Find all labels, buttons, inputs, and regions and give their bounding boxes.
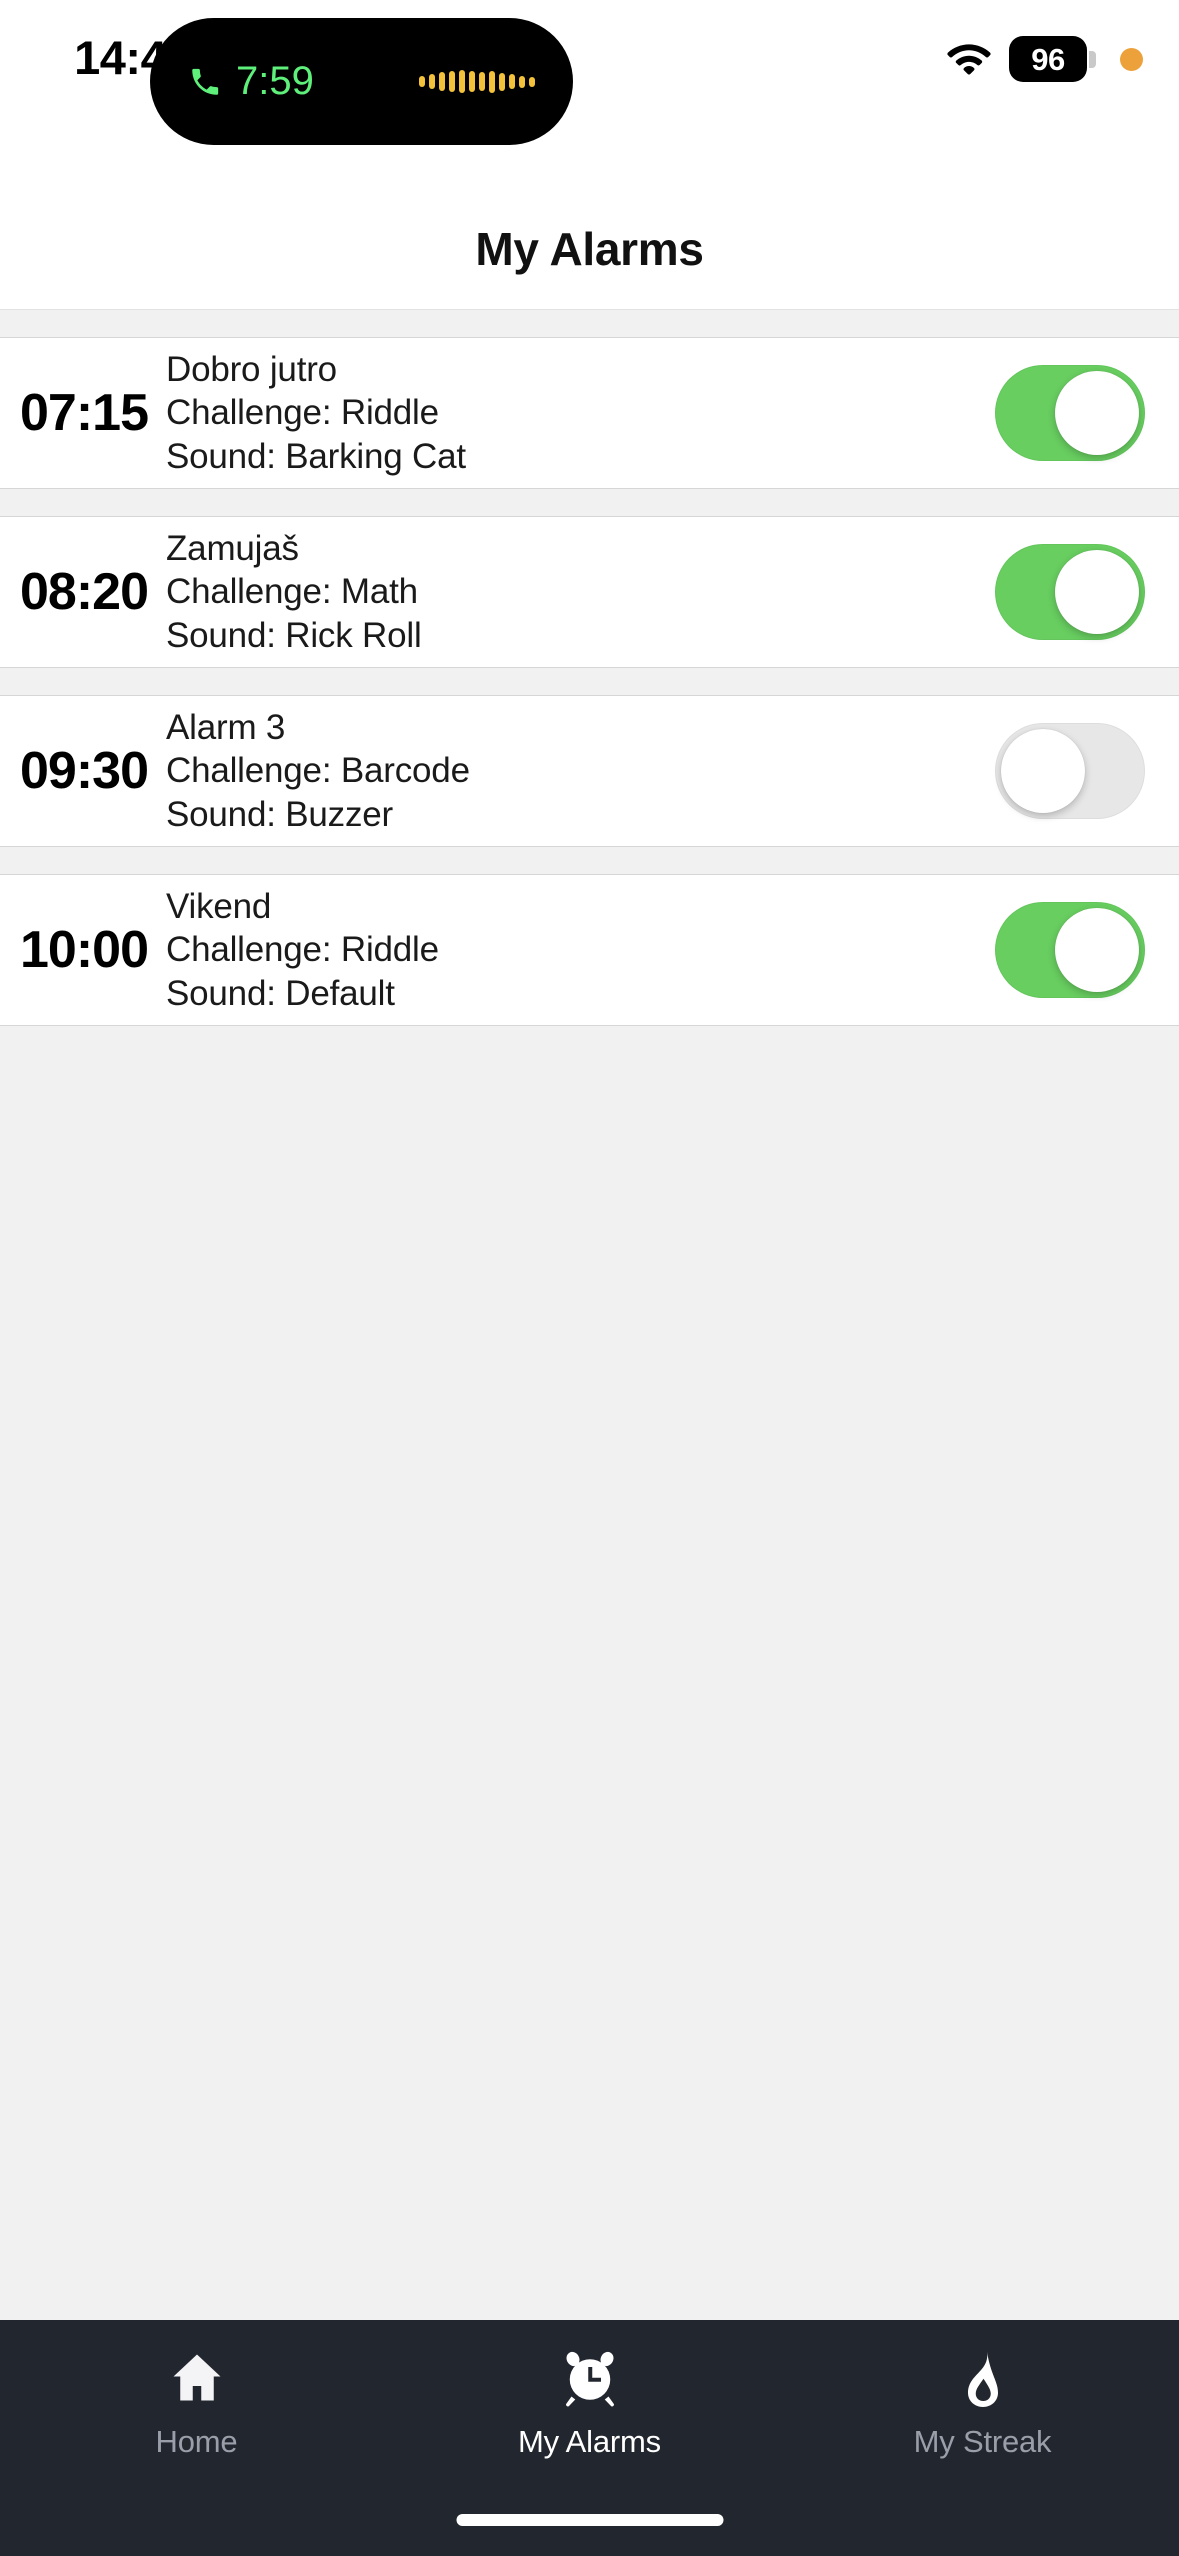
alarm-list[interactable]: 07:15 Dobro jutro Challenge: Riddle Soun… bbox=[0, 310, 1179, 2320]
alarm-sound: Sound: Buzzer bbox=[166, 794, 995, 835]
alarm-details: Zamujaš Challenge: Math Sound: Rick Roll bbox=[148, 528, 995, 656]
alarm-sound: Sound: Barking Cat bbox=[166, 436, 995, 477]
tab-my-streak[interactable]: My Streak bbox=[786, 2348, 1179, 2460]
alarm-label: Alarm 3 bbox=[166, 707, 995, 748]
alarm-time: 10:00 bbox=[20, 924, 148, 976]
battery-body: 96 bbox=[1009, 36, 1087, 82]
toggle-knob bbox=[1055, 908, 1139, 992]
toggle-knob bbox=[1055, 550, 1139, 634]
nav-header: My Alarms bbox=[0, 188, 1179, 310]
tab-my-alarms[interactable]: My Alarms bbox=[393, 2348, 786, 2460]
wifi-icon bbox=[947, 42, 991, 76]
alarm-label: Vikend bbox=[166, 886, 995, 927]
tab-label: My Streak bbox=[914, 2424, 1052, 2460]
alarm-row[interactable]: 08:20 Zamujaš Challenge: Math Sound: Ric… bbox=[0, 516, 1179, 668]
alarm-details: Alarm 3 Challenge: Barcode Sound: Buzzer bbox=[148, 707, 995, 835]
alarm-row[interactable]: 10:00 Vikend Challenge: Riddle Sound: De… bbox=[0, 874, 1179, 1026]
dynamic-island-right bbox=[419, 70, 535, 94]
page-title: My Alarms bbox=[475, 222, 703, 276]
alarm-time: 07:15 bbox=[20, 387, 148, 439]
list-gap bbox=[0, 847, 1179, 874]
list-gap bbox=[0, 668, 1179, 695]
toggle-knob bbox=[1001, 729, 1085, 813]
phone-icon bbox=[188, 65, 222, 99]
alarm-challenge: Challenge: Math bbox=[166, 571, 995, 612]
alarm-clock-icon bbox=[560, 2348, 620, 2408]
alarm-label: Dobro jutro bbox=[166, 349, 995, 390]
alarm-challenge: Challenge: Barcode bbox=[166, 750, 995, 791]
alarm-toggle[interactable] bbox=[995, 365, 1145, 461]
audio-waveform-icon bbox=[419, 70, 535, 94]
flame-icon bbox=[953, 2348, 1013, 2408]
bottom-tab-bar: Home My Alarms My Streak bbox=[0, 2320, 1179, 2556]
battery-cap bbox=[1089, 51, 1096, 68]
alarm-row[interactable]: 07:15 Dobro jutro Challenge: Riddle Soun… bbox=[0, 337, 1179, 489]
alarm-details: Dobro jutro Challenge: Riddle Sound: Bar… bbox=[148, 349, 995, 477]
alarm-challenge: Challenge: Riddle bbox=[166, 392, 995, 433]
alarm-toggle[interactable] bbox=[995, 544, 1145, 640]
home-indicator[interactable] bbox=[456, 2514, 723, 2526]
alarm-label: Zamujaš bbox=[166, 528, 995, 569]
orange-privacy-dot-icon bbox=[1120, 48, 1143, 71]
status-bar: 14:44 7:59 bbox=[0, 0, 1179, 188]
dynamic-island-active-call[interactable]: 7:59 bbox=[150, 18, 573, 145]
battery-percentage: 96 bbox=[1031, 44, 1064, 75]
tab-home[interactable]: Home bbox=[0, 2348, 393, 2460]
tab-label: My Alarms bbox=[518, 2424, 661, 2460]
call-duration: 7:59 bbox=[236, 59, 314, 104]
alarm-sound: Sound: Default bbox=[166, 973, 995, 1014]
list-top-gap bbox=[0, 310, 1179, 337]
alarm-toggle[interactable] bbox=[995, 723, 1145, 819]
alarm-time: 08:20 bbox=[20, 566, 148, 618]
alarm-sound: Sound: Rick Roll bbox=[166, 615, 995, 656]
app-screen: 14:44 7:59 bbox=[0, 0, 1179, 2556]
alarm-row[interactable]: 09:30 Alarm 3 Challenge: Barcode Sound: … bbox=[0, 695, 1179, 847]
dynamic-island-call-info: 7:59 bbox=[188, 59, 314, 104]
alarm-toggle[interactable] bbox=[995, 902, 1145, 998]
alarm-details: Vikend Challenge: Riddle Sound: Default bbox=[148, 886, 995, 1014]
list-gap bbox=[0, 489, 1179, 516]
alarm-time: 09:30 bbox=[20, 745, 148, 797]
status-bar-indicators: 96 bbox=[947, 36, 1143, 82]
home-icon bbox=[167, 2348, 227, 2408]
battery-indicator: 96 bbox=[1009, 36, 1096, 82]
toggle-knob bbox=[1055, 371, 1139, 455]
alarm-challenge: Challenge: Riddle bbox=[166, 929, 995, 970]
tab-label: Home bbox=[156, 2424, 238, 2460]
